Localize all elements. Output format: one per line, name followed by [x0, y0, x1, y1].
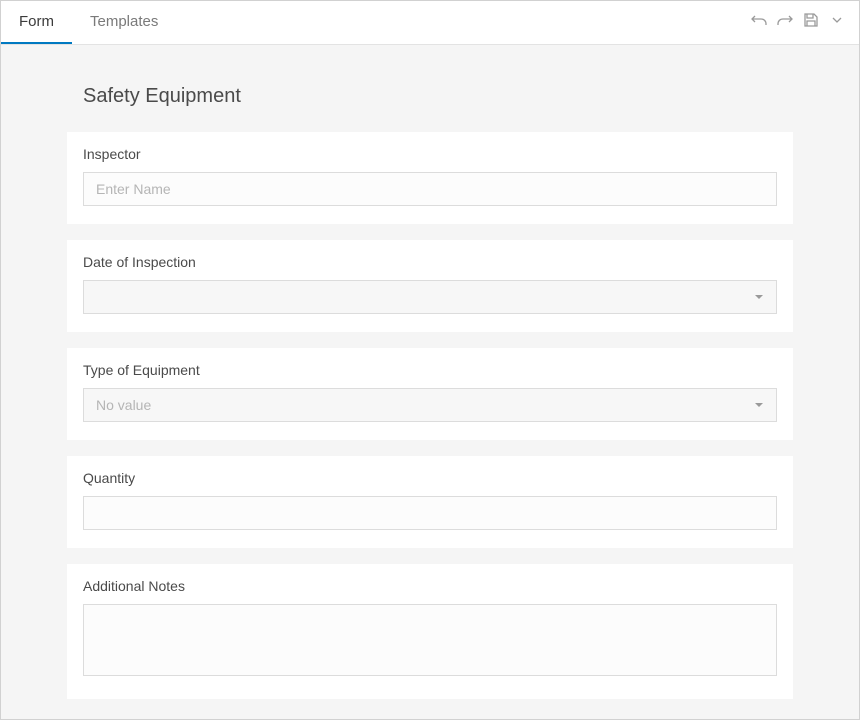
tab-templates[interactable]: Templates [72, 1, 176, 44]
chevron-down-icon [829, 12, 845, 33]
equipment-type-placeholder: No value [96, 397, 151, 413]
inspector-label: Inspector [83, 146, 777, 162]
page-title: Safety Equipment [83, 85, 793, 108]
field-card-notes: Additional Notes [67, 564, 793, 699]
header-actions [749, 13, 847, 33]
date-select[interactable] [83, 280, 777, 314]
redo-button[interactable] [775, 13, 795, 33]
redo-icon [777, 12, 793, 33]
tab-form[interactable]: Form [1, 1, 72, 44]
tabs: Form Templates [1, 1, 176, 44]
quantity-label: Quantity [83, 470, 777, 486]
field-card-equipment-type: Type of Equipment No value [67, 348, 793, 440]
save-button[interactable] [801, 13, 821, 33]
date-label: Date of Inspection [83, 254, 777, 270]
undo-button[interactable] [749, 13, 769, 33]
save-icon [803, 12, 819, 33]
tab-templates-label: Templates [90, 13, 158, 30]
notes-label: Additional Notes [83, 578, 777, 594]
inspector-input[interactable] [83, 172, 777, 206]
tab-form-label: Form [19, 13, 54, 30]
header-bar: Form Templates [1, 1, 859, 45]
notes-textarea[interactable] [83, 604, 777, 676]
undo-icon [751, 12, 767, 33]
field-card-quantity: Quantity [67, 456, 793, 548]
field-card-inspector: Inspector [67, 132, 793, 224]
content-area: Safety Equipment Inspector Date of Inspe… [1, 45, 859, 719]
save-menu-button[interactable] [827, 13, 847, 33]
quantity-input[interactable] [83, 496, 777, 530]
equipment-type-label: Type of Equipment [83, 362, 777, 378]
caret-down-icon [754, 289, 764, 305]
equipment-type-select[interactable]: No value [83, 388, 777, 422]
field-card-date: Date of Inspection [67, 240, 793, 332]
caret-down-icon [754, 397, 764, 413]
